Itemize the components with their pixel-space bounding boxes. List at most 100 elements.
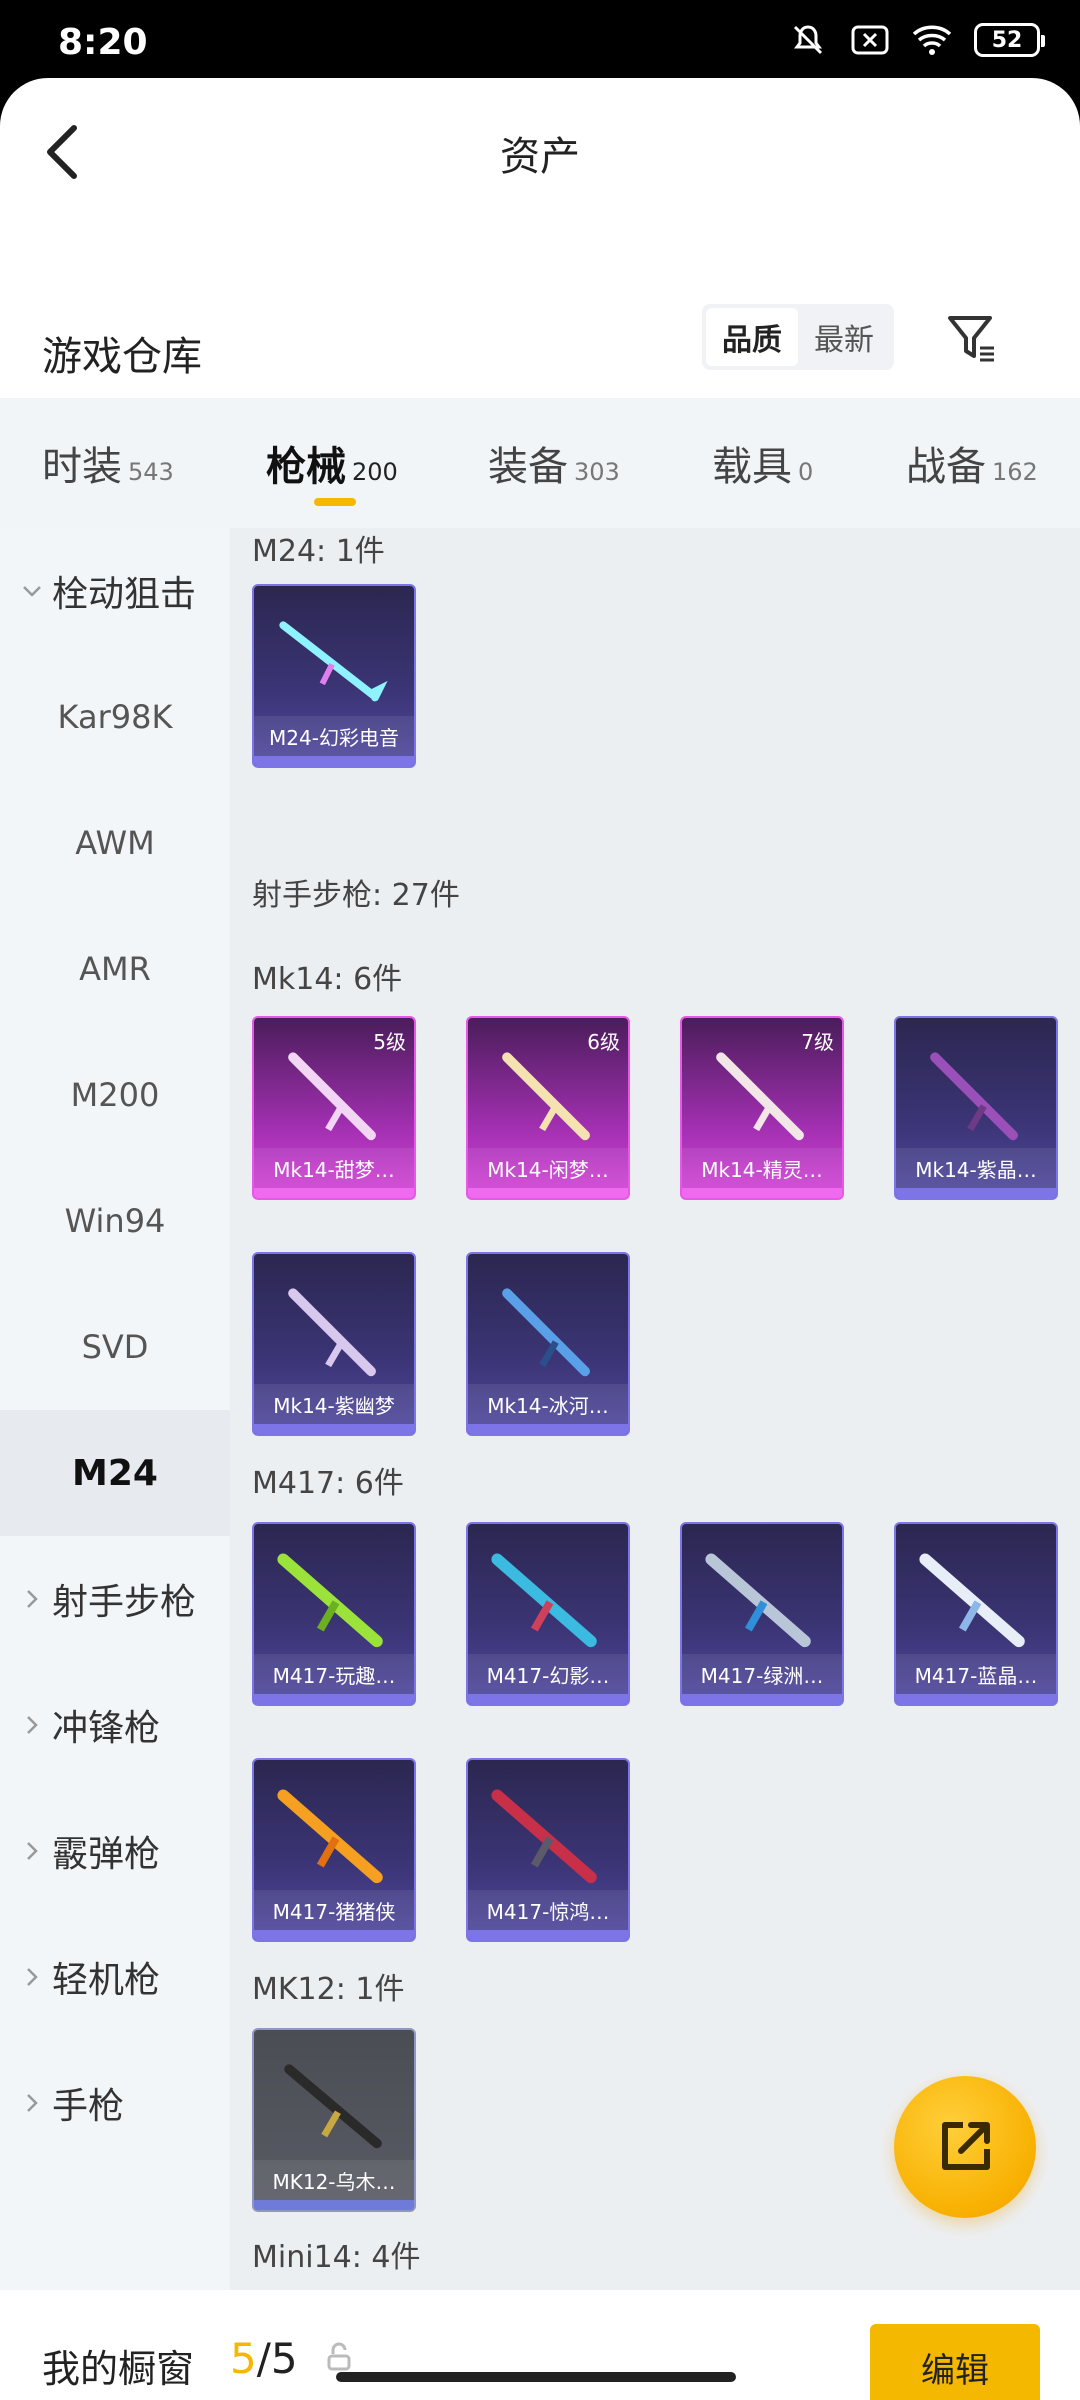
showcase-label: 我的橱窗 <box>42 2347 195 2391</box>
filter-button[interactable] <box>940 306 1004 370</box>
skin-level: 5级 <box>373 1030 406 1054</box>
tab-firearms[interactable]: 枪械 200 <box>266 434 398 492</box>
skin-level: 7级 <box>801 1030 834 1054</box>
share-icon <box>942 2122 990 2170</box>
top-nav: 资产 <box>0 78 1080 228</box>
sidebar-group-label: 手枪 <box>52 2086 125 2127</box>
skin-card[interactable]: 6级 Mk14-闲梦… <box>466 1016 630 1200</box>
sidebar-group-bolt-action[interactable]: 栓动狙击 <box>0 528 230 654</box>
app-screen: 资产 游戏仓库 品质 最新 时装 543 枪械 200 装备 303 载具 0 … <box>0 78 1080 2400</box>
weapon-category-sidebar: 栓动狙击 Kar98K AWM AMR M200 Win94 SVD M24 射… <box>0 528 230 2290</box>
skin-card[interactable]: M24-幻彩电音 <box>252 584 416 768</box>
quality-bar <box>468 1188 628 1198</box>
quality-bar <box>468 1424 628 1434</box>
skin-card[interactable]: M417-玩趣… <box>252 1522 416 1706</box>
tab-equipment[interactable]: 装备 303 <box>488 434 620 492</box>
quality-bar <box>254 1930 414 1940</box>
sidebar-item-win94[interactable]: Win94 <box>0 1158 230 1284</box>
sidebar-group-pistol[interactable]: 手枪 <box>0 2040 230 2166</box>
skin-name: MK12-乌木… <box>254 2160 414 2200</box>
chevron-right-icon <box>22 1589 42 1609</box>
sidebar-group-label: 轻机枪 <box>52 1960 161 2001</box>
battery-icon: 52 <box>974 23 1045 57</box>
quality-bar <box>254 756 414 766</box>
sidebar-item-amr[interactable]: AMR <box>0 906 230 1032</box>
skin-name: Mk14-甜梦… <box>254 1148 414 1188</box>
tab-label: 时装 <box>42 444 122 490</box>
group-label-mini14: Mini14: 4件 <box>252 2240 421 2275</box>
quality-bar <box>254 1694 414 1704</box>
skin-card[interactable]: Mk14-紫幽梦 <box>252 1252 416 1436</box>
battery-level: 52 <box>991 27 1023 53</box>
sidebar-item-svd[interactable]: SVD <box>0 1284 230 1410</box>
skin-card[interactable]: 7级 Mk14-精灵… <box>680 1016 844 1200</box>
skin-card[interactable]: M417-惊鸿… <box>466 1758 630 1942</box>
quality-bar <box>682 1188 842 1198</box>
quality-bar <box>254 1188 414 1198</box>
chevron-right-icon <box>22 1967 42 1987</box>
tab-count: 162 <box>992 458 1038 486</box>
showcase-count: 5/5 <box>230 2334 298 2383</box>
showcase-total: /5 <box>256 2334 298 2383</box>
tab-fashion[interactable]: 时装 543 <box>42 434 174 492</box>
skin-name: M417-绿洲… <box>682 1654 842 1694</box>
status-icons: 52 <box>788 22 1045 58</box>
tab-count: 543 <box>128 458 174 486</box>
skin-card[interactable]: M417-幻影… <box>466 1522 630 1706</box>
tab-label: 载具 <box>712 444 792 490</box>
sidebar-group-smg[interactable]: 冲锋枪 <box>0 1662 230 1788</box>
page-title: 资产 <box>500 134 580 180</box>
weapon-skin-list: M24: 1件 M24-幻彩电音 射手步枪: 27件 Mk14: 6件 5级 M… <box>230 528 1080 2290</box>
skin-card[interactable]: M417-绿洲… <box>680 1522 844 1706</box>
group-label-mk14: Mk14: 6件 <box>252 962 403 997</box>
sidebar-group-label: 栓动狙击 <box>52 574 197 615</box>
sidebar-item-m200[interactable]: M200 <box>0 1032 230 1158</box>
sort-toggle: 品质 最新 <box>702 304 894 370</box>
tab-label: 枪械 <box>266 444 346 490</box>
status-bar: 8:20 52 <box>0 0 1080 78</box>
skin-card[interactable]: 5级 Mk14-甜梦… <box>252 1016 416 1200</box>
sort-quality[interactable]: 品质 <box>706 308 798 366</box>
skin-name: M417-蓝晶… <box>896 1654 1056 1694</box>
wifi-icon <box>912 22 952 58</box>
filter-icon <box>948 316 994 362</box>
mute-bell-icon <box>788 22 828 58</box>
skin-name: M417-幻影… <box>468 1654 628 1694</box>
quality-bar <box>468 1694 628 1704</box>
skin-card[interactable]: Mk14-冰河… <box>466 1252 630 1436</box>
sort-latest[interactable]: 最新 <box>798 308 890 366</box>
category-tabs: 时装 543 枪械 200 装备 303 载具 0 战备 162 <box>0 398 1080 528</box>
tab-label: 装备 <box>488 444 568 490</box>
group-label-dmr: 射手步枪: 27件 <box>252 878 460 913</box>
sidebar-group-dmr[interactable]: 射手步枪 <box>0 1536 230 1662</box>
skin-card[interactable]: Mk14-紫晶… <box>894 1016 1058 1200</box>
sidebar-item-m24[interactable]: M24 <box>0 1410 230 1536</box>
tab-vehicles[interactable]: 载具 0 <box>712 434 813 492</box>
skin-card[interactable]: M417-蓝晶… <box>894 1522 1058 1706</box>
share-fab[interactable] <box>894 2076 1036 2218</box>
edit-button[interactable]: 编辑 <box>870 2324 1040 2400</box>
quality-bar <box>896 1188 1056 1198</box>
showcase-bar: 我的橱窗 5/5 编辑 <box>0 2290 1080 2400</box>
skin-name: M417-猪猪侠 <box>254 1890 414 1930</box>
skin-name: M24-幻彩电音 <box>254 716 414 756</box>
section-title: 游戏仓库 <box>42 334 202 380</box>
skin-card[interactable]: MK12-乌木… <box>252 2028 416 2212</box>
tab-gear[interactable]: 战备 162 <box>906 434 1038 492</box>
quality-bar <box>468 1930 628 1940</box>
sidebar-item-kar98k[interactable]: Kar98K <box>0 654 230 780</box>
sidebar-group-lmg[interactable]: 轻机枪 <box>0 1914 230 2040</box>
sidebar-item-awm[interactable]: AWM <box>0 780 230 906</box>
lock-icon <box>327 2342 351 2371</box>
sidebar-group-label: 射手步枪 <box>52 1582 197 1623</box>
chevron-right-icon <box>22 2093 42 2113</box>
skin-name: Mk14-精灵… <box>682 1148 842 1188</box>
status-time: 8:20 <box>58 22 148 63</box>
chevron-down-icon <box>22 581 42 601</box>
sidebar-group-label: 冲锋枪 <box>52 1708 161 1749</box>
skin-name: Mk14-冰河… <box>468 1384 628 1424</box>
sidebar-group-shotgun[interactable]: 霰弹枪 <box>0 1788 230 1914</box>
skin-card[interactable]: M417-猪猪侠 <box>252 1758 416 1942</box>
quality-bar <box>254 1424 414 1434</box>
skin-level: 6级 <box>587 1030 620 1054</box>
